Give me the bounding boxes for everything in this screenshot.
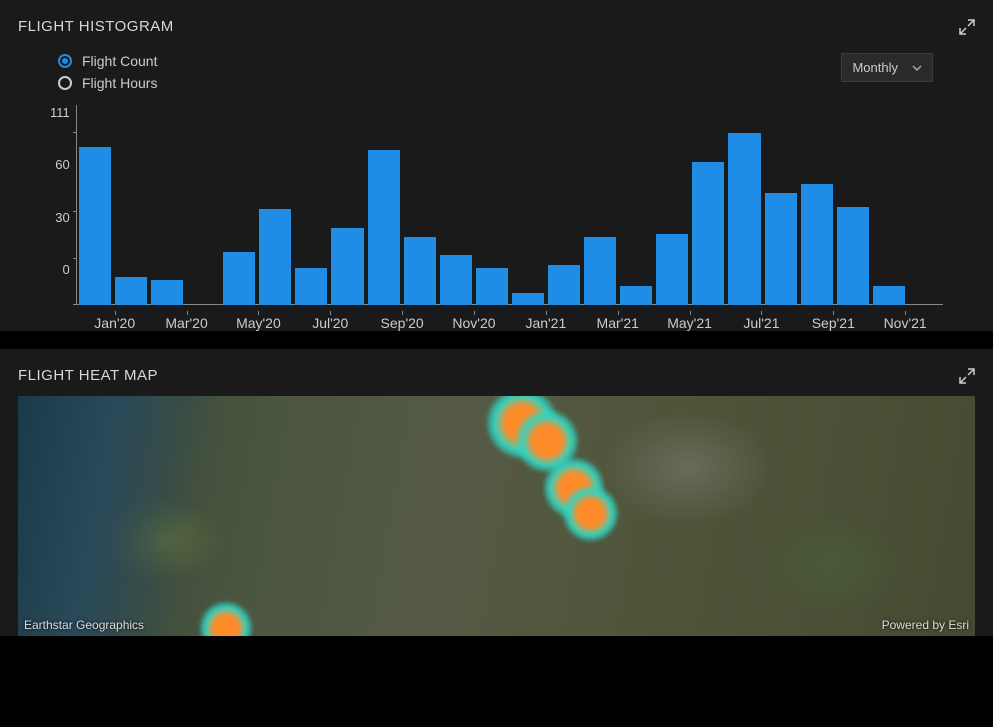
bar[interactable] — [765, 193, 797, 305]
heatmap-title: FLIGHT HEAT MAP — [18, 367, 158, 384]
histogram-chart: 11160300 Jan'20Mar'20May'20Jul'20Sep'20N… — [0, 101, 993, 331]
x-tick-label: May'20 — [222, 315, 294, 331]
radio-flight-count[interactable]: Flight Count — [58, 53, 157, 69]
bar[interactable] — [79, 147, 111, 305]
bar[interactable] — [440, 255, 472, 305]
bar[interactable] — [548, 265, 580, 305]
panel-header: FLIGHT HEAT MAP — [0, 349, 993, 396]
flight-heatmap-panel: FLIGHT HEAT MAP Earthstar Geographics Po… — [0, 349, 993, 636]
panel-header: FLIGHT HISTOGRAM — [0, 0, 993, 47]
bar[interactable] — [801, 184, 833, 305]
bar[interactable] — [223, 252, 255, 305]
interval-dropdown-value: Monthly — [852, 60, 898, 75]
map-attribution-left: Earthstar Geographics — [24, 618, 144, 632]
bar[interactable] — [692, 162, 724, 305]
metric-radio-group: Flight Count Flight Hours — [58, 53, 157, 91]
heat-blob — [563, 486, 618, 541]
bar[interactable] — [295, 268, 327, 305]
bar[interactable] — [368, 150, 400, 305]
bar[interactable] — [656, 234, 688, 305]
x-tick-label: Sep'21 — [797, 315, 869, 331]
radio-flight-hours-label: Flight Hours — [82, 75, 157, 91]
chevron-down-icon — [912, 63, 922, 73]
x-tick-label: Mar'20 — [151, 315, 223, 331]
x-tick-label: Mar'21 — [582, 315, 654, 331]
bar[interactable] — [512, 293, 544, 305]
radio-flight-hours[interactable]: Flight Hours — [58, 75, 157, 91]
expand-icon[interactable] — [959, 19, 975, 35]
bar[interactable] — [404, 237, 436, 305]
bar[interactable] — [476, 268, 508, 305]
radio-unchecked-icon — [58, 76, 72, 90]
bar[interactable] — [873, 286, 905, 305]
x-tick-label: Sep'20 — [366, 315, 438, 331]
bar[interactable] — [151, 280, 183, 305]
map-attribution-right: Powered by Esri — [882, 618, 969, 632]
interval-dropdown[interactable]: Monthly — [841, 53, 933, 82]
plot-area: Jan'20Mar'20May'20Jul'20Sep'20Nov'20Jan'… — [76, 105, 943, 305]
y-tick-label: 111 — [50, 105, 70, 120]
bar[interactable] — [584, 237, 616, 305]
bar[interactable] — [259, 209, 291, 305]
x-tick-label: Nov'20 — [438, 315, 510, 331]
bars-container — [77, 133, 943, 305]
bar[interactable] — [837, 207, 869, 305]
map-container: Earthstar Geographics Powered by Esri — [0, 396, 993, 636]
x-axis: Jan'20Mar'20May'20Jul'20Sep'20Nov'20Jan'… — [77, 315, 943, 331]
x-tick-label: May'21 — [654, 315, 726, 331]
x-tick-label: Jan'20 — [79, 315, 151, 331]
radio-flight-count-label: Flight Count — [82, 53, 157, 69]
heat-map[interactable]: Earthstar Geographics Powered by Esri — [18, 396, 975, 636]
expand-icon[interactable] — [959, 368, 975, 384]
y-axis: 111 60 30 0 — [50, 105, 76, 277]
y-tick-label: 0 — [63, 262, 70, 277]
flight-histogram-panel: FLIGHT HISTOGRAM Flight Count Flight Hou… — [0, 0, 993, 331]
x-tick-label: Jul'21 — [726, 315, 798, 331]
bar[interactable] — [115, 277, 147, 305]
histogram-title: FLIGHT HISTOGRAM — [18, 18, 174, 35]
y-tick-label: 60 — [55, 157, 69, 172]
bar[interactable] — [728, 133, 760, 305]
x-tick-label: Jan'21 — [510, 315, 582, 331]
radio-checked-icon — [58, 54, 72, 68]
x-tick-label: Jul'20 — [294, 315, 366, 331]
y-tick-label: 30 — [55, 210, 69, 225]
histogram-controls: Flight Count Flight Hours Monthly — [0, 47, 993, 101]
bar[interactable] — [620, 286, 652, 305]
x-tick-label: Nov'21 — [869, 315, 941, 331]
bar[interactable] — [331, 228, 363, 305]
